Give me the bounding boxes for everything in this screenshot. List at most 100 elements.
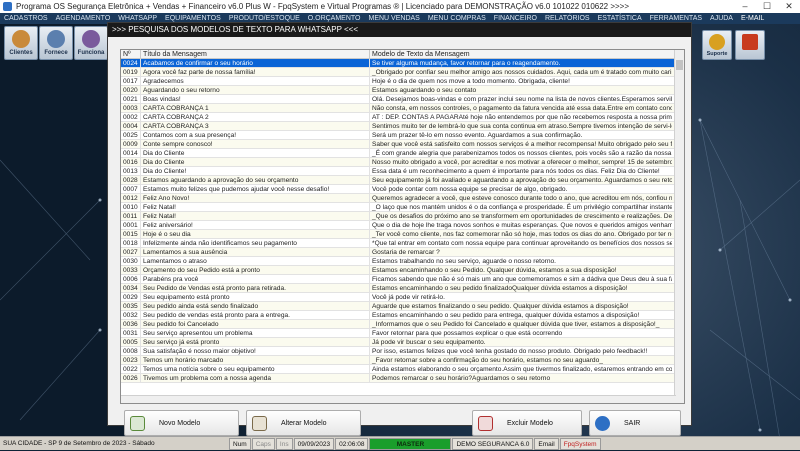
employees-icon (82, 30, 100, 48)
table-row[interactable]: 0014 Dia do Cliente _É com grande alegria … (121, 149, 684, 158)
table-row[interactable]: 0031 Seu serviço apresentou um problema Fa… (121, 329, 684, 338)
table-row[interactable]: 0005 Seu serviço já está pronto Já pode vi… (121, 338, 684, 347)
table-row[interactable]: 0020 Aguardando o seu retorno Estamos agua… (121, 86, 684, 95)
row-number: 0035 (121, 302, 141, 310)
vertical-scrollbar[interactable] (674, 50, 684, 403)
row-template: Queremos agradecer a você, que esteve co… (372, 195, 672, 202)
table-row[interactable]: 0017 Agradecemos Hoje é o dia de quem nos … (121, 77, 684, 86)
row-number: 0011 (121, 212, 141, 220)
status-email[interactable]: Email (534, 437, 559, 450)
suporte-button[interactable]: Suporte (702, 30, 732, 60)
row-title: Lamentamos o atraso (141, 257, 370, 265)
row-template: Aguarde que estamos finalizando o seu pe… (372, 303, 629, 310)
templates-grid[interactable]: Nº Título da Mensagem Modelo de Texto da… (120, 49, 685, 404)
table-row[interactable]: 0006 Parabéns pra você Ficamos sabendo que… (121, 275, 684, 284)
row-template: Já pode vir buscar o seu equipamento. (372, 339, 486, 346)
status-brand: FpqSystem (559, 437, 601, 450)
row-template: Se tiver alguma mudança, favor retornar … (372, 60, 561, 67)
row-number: 0002 (121, 113, 141, 121)
row-number: 0019 (121, 68, 141, 76)
row-number: 0024 (121, 59, 141, 67)
window-controls: – ☐ ✕ (734, 0, 800, 13)
row-title: CARTA COBRANÇA 1 (141, 104, 370, 112)
table-row[interactable]: 0021 Boas vindas! Olá. Desejamos boas-vind… (121, 95, 684, 104)
row-title: Agradecemos (141, 77, 370, 85)
row-number: 0018 (121, 239, 141, 247)
new-template-label: Novo Modelo (159, 420, 201, 427)
exit-button[interactable]: SAIR (589, 410, 681, 436)
clients-icon (12, 30, 30, 48)
close-button[interactable]: ✕ (778, 0, 800, 13)
scroll-thumb[interactable] (676, 60, 683, 70)
row-template: Não consta, em nossos controles, o pagam… (372, 105, 672, 112)
row-template: Que o dia de hoje lhe traga novos sonhos… (372, 222, 672, 229)
menu-email[interactable]: E-MAIL (737, 13, 800, 24)
maximize-button[interactable]: ☐ (756, 0, 778, 13)
row-template: Podemos remarcar o seu horário?Aguardamo… (372, 375, 551, 382)
fornece-button[interactable]: Fornece (39, 26, 73, 60)
table-row[interactable]: 0008 Sua satisfação é nosso maior objetiv… (121, 347, 684, 356)
menu-cadastros[interactable]: CADASTROS (0, 13, 52, 24)
table-row[interactable]: 0009 Conte sempre conosco! Saber que você … (121, 140, 684, 149)
row-title: Feliz Ano Novo! (141, 194, 370, 202)
row-number: 0004 (121, 122, 141, 130)
row-title: Temos um horário marcado (141, 356, 370, 364)
table-row[interactable]: 0012 Feliz Ano Novo! Queremos agradecer a … (121, 194, 684, 203)
row-template: Seu equipamento já foi avaliado e aguard… (372, 177, 672, 184)
table-row[interactable]: 0027 Lamentamos a sua ausência Gostaria de… (121, 248, 684, 257)
table-row[interactable]: 0001 Feliz aniversário! Que o dia de hoje … (121, 221, 684, 230)
row-number: 0027 (121, 248, 141, 256)
table-row[interactable]: 0022 Temos uma notícia sobre o seu equipa… (121, 365, 684, 374)
menu-ajuda[interactable]: AJUDA (706, 13, 737, 24)
table-row[interactable]: 0011 Feliz Natal! _Que os desafios do próx… (121, 212, 684, 221)
row-template: Estamos encaminhando o seu pedido finali… (372, 285, 628, 292)
table-row[interactable]: 0034 Seu Pedido de Vendas está pronto par… (121, 284, 684, 293)
table-row[interactable]: 0018 Infelizmente ainda não identificamos… (121, 239, 684, 248)
menu-agendamento[interactable]: AGENDAMENTO (52, 13, 115, 24)
delete-template-button[interactable]: Excluir Modelo (472, 410, 582, 436)
row-number: 0026 (121, 374, 141, 382)
table-row[interactable]: 0003 CARTA COBRANÇA 1 Não consta, em nosso… (121, 104, 684, 113)
table-row[interactable]: 0030 Lamentamos o atraso Estamos trabalhan… (121, 257, 684, 266)
minimize-button[interactable]: – (734, 0, 756, 13)
row-template: Estamos encaminhando o seu Pedido. Qualq… (372, 267, 617, 274)
table-row[interactable]: 0004 CARTA COBRANÇA 3 Sentimos muito ter d… (121, 122, 684, 131)
calendar-button[interactable] (735, 30, 765, 60)
row-title: Orçamento do seu Pedido está a pronto (141, 266, 370, 274)
funciona-button[interactable]: Funciona (74, 26, 108, 60)
table-row[interactable]: 0026 Tivemos um problema com a nossa agen… (121, 374, 684, 383)
new-template-button[interactable]: Novo Modelo (124, 410, 239, 436)
table-row[interactable]: 0002 CARTA COBRANÇA 2 AT : DEP. CONTAS A P… (121, 113, 684, 122)
table-row[interactable]: 0007 Estamos muito felizes que pudemos aj… (121, 185, 684, 194)
column-header-title[interactable]: Título da Mensagem (141, 50, 370, 58)
row-number: 0022 (121, 365, 141, 373)
column-header-template[interactable]: Modelo de Texto da Mensagem (370, 50, 672, 58)
row-title: Boas vindas! (141, 95, 370, 103)
table-row[interactable]: 0013 Dia do Cliente! Essa data é um reconh… (121, 167, 684, 176)
row-template: Você pode contar com nossa equipe se pre… (372, 186, 568, 193)
table-row[interactable]: 0032 Seu pedido de vendas está pronto par… (121, 311, 684, 320)
table-row[interactable]: 0016 Dia do Cliente Nosso muito obrigado a… (121, 158, 684, 167)
row-number: 0014 (121, 149, 141, 157)
table-row[interactable]: 0023 Temos um horário marcado _Favor retor… (121, 356, 684, 365)
table-row[interactable]: 0024 Acabamos de confirmar o seu horário S… (121, 59, 684, 68)
table-row[interactable]: 0015 Hoje é o seu dia _Ter você como clien… (121, 230, 684, 239)
table-row[interactable]: 0025 Contamos com a sua presença! Será um … (121, 131, 684, 140)
calendar-icon (742, 34, 758, 50)
table-row[interactable]: 0028 Estamos aguardando a aprovação do se… (121, 176, 684, 185)
table-row[interactable]: 0019 Agora você faz parte de nossa famíli… (121, 68, 684, 77)
table-row[interactable]: 0010 Feliz Natal! _O laço que nos mantém u… (121, 203, 684, 212)
row-title: Tivemos um problema com a nossa agenda (141, 374, 370, 382)
row-number: 0005 (121, 338, 141, 346)
table-row[interactable]: 0033 Orçamento do seu Pedido está a pront… (121, 266, 684, 275)
column-header-number[interactable]: Nº (121, 50, 141, 58)
table-row[interactable]: 0035 Seu pedido ainda está sendo finaliza… (121, 302, 684, 311)
row-template: AT : DEP. CONTAS A PAGARAté hoje não ent… (372, 114, 672, 121)
status-location-date: SUA CIDADE - SP 9 de Setembro de 2023 - … (3, 439, 155, 447)
edit-template-button[interactable]: Alterar Modelo (246, 410, 361, 436)
row-title: Seu serviço apresentou um problema (141, 329, 370, 337)
table-row[interactable]: 0036 Seu pedido foi Cancelado _Informamos … (121, 320, 684, 329)
clientes-button[interactable]: Clientes (4, 26, 38, 60)
table-row[interactable]: 0029 Seu equipamento está pronto Você já p… (121, 293, 684, 302)
horizontal-scrollbar[interactable] (121, 395, 676, 403)
